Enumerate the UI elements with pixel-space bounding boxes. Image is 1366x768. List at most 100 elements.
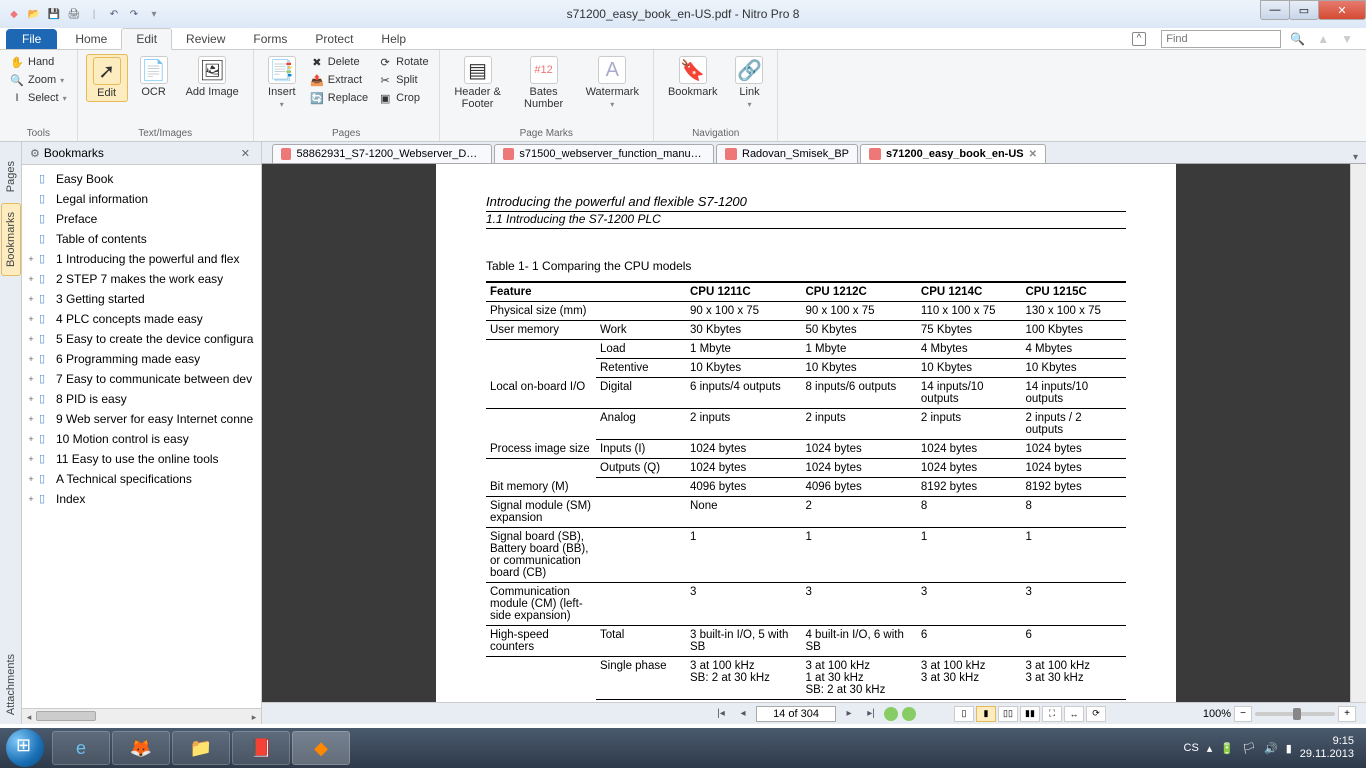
delete-button[interactable]: ✖Delete	[308, 54, 370, 70]
task-explorer[interactable]: 📁	[172, 731, 230, 765]
add-image-button[interactable]: 🖼Add Image	[180, 54, 245, 100]
next-page-icon[interactable]: ▸	[840, 706, 858, 722]
tab-protect[interactable]: Protect	[301, 29, 367, 49]
expand-icon[interactable]: +	[26, 494, 36, 504]
zoom-thumb[interactable]	[1293, 708, 1301, 720]
expand-icon[interactable]: +	[26, 394, 36, 404]
bookmark-item[interactable]: +▯4 PLC concepts made easy	[24, 309, 259, 329]
expand-icon[interactable]: +	[26, 374, 36, 384]
find-icon[interactable]: 🔍	[1287, 32, 1308, 46]
bookmark-item[interactable]: +▯3 Getting started	[24, 289, 259, 309]
file-menu[interactable]: File	[6, 29, 57, 49]
tab-home[interactable]: Home	[61, 29, 121, 49]
gear-icon[interactable]: ⚙	[30, 147, 40, 160]
expand-icon[interactable]: +	[26, 354, 36, 364]
undo-icon[interactable]: ↶	[106, 6, 122, 22]
zoom-in-icon[interactable]: +	[1338, 706, 1356, 722]
scroll-thumb[interactable]	[36, 711, 96, 721]
task-pdf[interactable]: 📕	[232, 731, 290, 765]
battery-icon[interactable]: 🔋	[1220, 742, 1234, 755]
expand-icon[interactable]: +	[26, 434, 36, 444]
clock[interactable]: 9:15 29.11.2013	[1300, 735, 1360, 761]
task-nitro[interactable]: ◆	[292, 731, 350, 765]
save-icon[interactable]: 💾	[46, 6, 62, 22]
find-prev-icon[interactable]: ▲	[1314, 32, 1332, 46]
view-width-icon[interactable]: ↔	[1064, 706, 1084, 722]
sidetab-pages[interactable]: Pages	[1, 152, 21, 201]
insert-button[interactable]: 📑Insert▾	[262, 54, 302, 111]
h-scrollbar[interactable]: ◂ ▸	[22, 708, 261, 724]
expand-icon[interactable]: +	[26, 474, 36, 484]
bookmark-item[interactable]: ▯Preface	[24, 209, 259, 229]
doc-tab[interactable]: 58862931_S7-1200_Webserver_DOKU_v...	[272, 144, 492, 163]
bookmark-item[interactable]: +▯1 Introducing the powerful and flex	[24, 249, 259, 269]
doc-tab[interactable]: Radovan_Smisek_BP	[716, 144, 858, 163]
ocr-button[interactable]: 📄OCR	[134, 54, 174, 100]
extract-button[interactable]: 📤Extract	[308, 72, 370, 88]
doc-tab[interactable]: s71200_easy_book_en-US✕	[860, 144, 1046, 163]
expand-icon[interactable]: +	[26, 454, 36, 464]
scroll-left-icon[interactable]: ◂	[22, 709, 36, 724]
tray-up-icon[interactable]: ▴	[1207, 742, 1213, 755]
nav-back-icon[interactable]	[884, 707, 898, 721]
bookmark-item[interactable]: +▯A Technical specifications	[24, 469, 259, 489]
scroll-right-icon[interactable]: ▸	[247, 709, 261, 724]
expand-icon[interactable]: +	[26, 254, 36, 264]
bates-button[interactable]: #12Bates Number	[514, 54, 574, 112]
expand-icon[interactable]	[26, 214, 36, 224]
volume-icon[interactable]: 🔊	[1264, 742, 1278, 755]
tab-help[interactable]: Help	[367, 29, 420, 49]
ribbon-help-icon[interactable]: ^	[1132, 32, 1146, 46]
zoom-out-icon[interactable]: −	[1234, 706, 1252, 722]
watermark-button[interactable]: AWatermark▾	[580, 54, 645, 111]
v-scrollbar[interactable]	[1350, 164, 1366, 702]
bookmark-item[interactable]: +▯10 Motion control is easy	[24, 429, 259, 449]
start-button[interactable]	[6, 729, 44, 767]
prev-page-icon[interactable]: ◂	[734, 706, 752, 722]
bookmark-item[interactable]: ▯Table of contents	[24, 229, 259, 249]
bookmark-item[interactable]: +▯11 Easy to use the online tools	[24, 449, 259, 469]
view-facing-cont-icon[interactable]: ▮▮	[1020, 706, 1040, 722]
close-button[interactable]: ✕	[1318, 0, 1366, 20]
expand-icon[interactable]	[26, 194, 36, 204]
bookmark-item[interactable]: ▯Legal information	[24, 189, 259, 209]
page-viewport[interactable]: Introducing the powerful and flexible S7…	[262, 164, 1350, 702]
bookmark-item[interactable]: +▯5 Easy to create the device configura	[24, 329, 259, 349]
bookmark-item[interactable]: +▯6 Programming made easy	[24, 349, 259, 369]
sidetab-bookmarks[interactable]: Bookmarks	[1, 203, 21, 276]
bookmark-button[interactable]: 🔖Bookmark	[662, 54, 724, 100]
view-rotate-icon[interactable]: ⟳	[1086, 706, 1106, 722]
view-facing-icon[interactable]: ▯▯	[998, 706, 1018, 722]
find-input[interactable]	[1161, 30, 1281, 48]
tab-edit[interactable]: Edit	[121, 28, 172, 50]
open-icon[interactable]: 📂	[26, 6, 42, 22]
zoom-slider[interactable]	[1255, 712, 1335, 716]
view-fit-icon[interactable]: ⛶	[1042, 706, 1062, 722]
task-ie[interactable]: e	[52, 731, 110, 765]
nav-fwd-icon[interactable]	[902, 707, 916, 721]
edit-button[interactable]: ➚Edit	[86, 54, 128, 102]
bookmark-item[interactable]: +▯Index	[24, 489, 259, 509]
lang-indicator[interactable]: CS	[1184, 742, 1199, 754]
minimize-button[interactable]: —	[1260, 0, 1290, 20]
print-icon[interactable]: 🖨	[66, 6, 82, 22]
qat-dropdown-icon[interactable]: ▾	[146, 6, 162, 22]
bookmark-item[interactable]: ▯Easy Book	[24, 169, 259, 189]
expand-icon[interactable]: +	[26, 294, 36, 304]
expand-icon[interactable]	[26, 174, 36, 184]
rotate-button[interactable]: ⟳Rotate	[376, 54, 430, 70]
expand-icon[interactable]: +	[26, 414, 36, 424]
bookmark-item[interactable]: +▯7 Easy to communicate between dev	[24, 369, 259, 389]
header-footer-button[interactable]: ▤Header & Footer	[448, 54, 508, 112]
tab-forms[interactable]: Forms	[239, 29, 301, 49]
last-page-icon[interactable]: ▸|	[862, 706, 880, 722]
first-page-icon[interactable]: |◂	[712, 706, 730, 722]
view-continuous-icon[interactable]: ▮	[976, 706, 996, 722]
find-next-icon[interactable]: ▼	[1338, 32, 1356, 46]
expand-icon[interactable]: +	[26, 314, 36, 324]
hand-tool[interactable]: ✋Hand	[8, 54, 69, 70]
task-firefox[interactable]: 🦊	[112, 731, 170, 765]
bookmark-item[interactable]: +▯2 STEP 7 makes the work easy	[24, 269, 259, 289]
network-icon[interactable]: ▮	[1286, 742, 1292, 755]
expand-icon[interactable]: +	[26, 274, 36, 284]
